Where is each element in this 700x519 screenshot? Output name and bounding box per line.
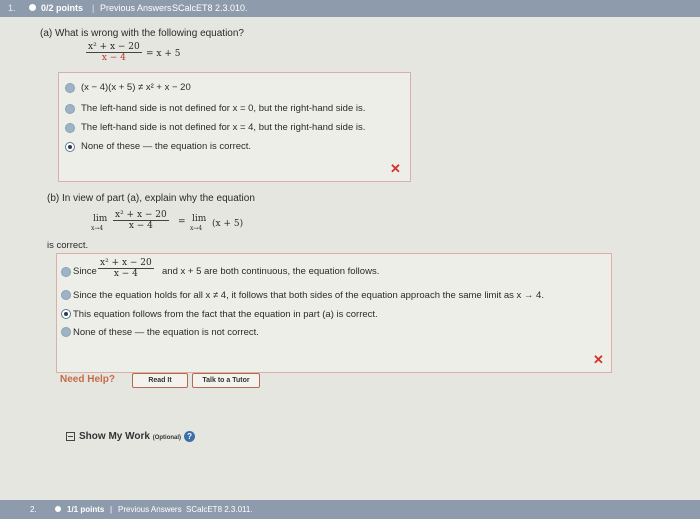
question-header: 1. 0/2 points | Previous Answers SCalcET…	[0, 0, 700, 17]
part-b-option-1[interactable]: and x + 5 are both continuous, the equat…	[162, 266, 379, 277]
next-points-label: 1/1 points	[67, 505, 105, 514]
part-b-sub-right: x→4	[190, 225, 203, 232]
part-b-equals: =	[178, 217, 186, 227]
part-b-numerator: x² + x − 20	[115, 210, 167, 220]
talk-to-tutor-button[interactable]: Talk to a Tutor	[192, 373, 260, 388]
part-b-prompt: (b) In view of part (a), explain why the…	[47, 193, 255, 204]
part-a-rhs: = x + 5	[146, 49, 180, 59]
part-a-option-2[interactable]: The left-hand side is not defined for x …	[81, 103, 365, 114]
collapse-icon[interactable]	[66, 432, 75, 441]
next-header-separator: |	[110, 505, 113, 514]
part-a-denominator: x − 4	[86, 52, 142, 63]
part-b-answer-box: Since x² + x − 20 x − 4 and x + 5 are bo…	[56, 253, 612, 373]
part-b-option-1-prefix[interactable]: Since	[73, 266, 97, 277]
part-a-option-2-radio[interactable]	[65, 104, 75, 114]
incorrect-x-icon: ✕	[593, 352, 604, 367]
question-body: (a) What is wrong with the following equ…	[0, 17, 700, 500]
part-b-after: is correct.	[47, 240, 89, 251]
need-help-label: Need Help?	[60, 374, 116, 385]
part-b-option-4-radio[interactable]	[61, 327, 71, 337]
problem-code: SCalcET8 2.3.010.	[172, 3, 248, 13]
part-b-lim-right: lim	[192, 214, 207, 224]
next-question-header: 2. 1/1 points | Previous Answers SCalcET…	[0, 500, 700, 519]
show-my-work-toggle[interactable]: Show My Work (Optional)?	[66, 431, 196, 442]
next-previous-answers-link[interactable]: Previous Answers	[118, 505, 182, 514]
part-b-option-4[interactable]: None of these — the equation is not corr…	[73, 327, 259, 338]
question-number: 1.	[8, 3, 16, 13]
help-question-icon[interactable]: ?	[184, 431, 196, 442]
part-b-option-3[interactable]: This equation follows from the fact that…	[73, 309, 378, 320]
part-b-option-1-radio[interactable]	[61, 267, 71, 277]
part-b-option-1-fraction: x² + x − 20 x − 4	[98, 258, 154, 279]
next-problem-code: SCalcET8 2.3.011.	[186, 505, 253, 514]
part-b-fraction: x² + x − 20 x − 4	[113, 210, 169, 231]
part-a-answer-box: (x − 4)(x + 5) ≠ x² + x − 20 The left-ha…	[58, 72, 411, 182]
header-separator: |	[92, 3, 95, 13]
part-a-rhs-text: = x + 5	[146, 49, 181, 59]
part-b-rhs: (x + 5)	[212, 219, 244, 229]
part-b-sub-left: x→4	[91, 225, 104, 232]
part-b-option-1-denominator: x − 4	[98, 268, 154, 279]
part-a-option-1-radio[interactable]	[65, 83, 75, 93]
part-b-option-1-numerator: x² + x − 20	[100, 258, 152, 268]
part-b-lim-left: lim	[93, 214, 108, 224]
status-dot-icon	[29, 4, 36, 11]
next-status-dot-icon	[55, 506, 61, 512]
part-a-option-4-radio[interactable]	[65, 142, 75, 152]
part-a-option-3[interactable]: The left-hand side is not defined for x …	[81, 122, 365, 133]
incorrect-x-icon: ✕	[390, 161, 401, 176]
part-a-option-1[interactable]: (x − 4)(x + 5) ≠ x² + x − 20	[81, 82, 191, 93]
part-a-fraction: x² + x − 20 x − 4	[86, 42, 142, 63]
part-b-option-2-radio[interactable]	[61, 290, 71, 300]
part-b-option-3-radio[interactable]	[61, 309, 71, 319]
points-label: 0/2 points	[41, 3, 84, 13]
previous-answers-link[interactable]: Previous Answers	[100, 3, 172, 13]
part-a-numerator: x² + x − 20	[88, 42, 140, 52]
show-my-work-label[interactable]: Show My Work	[79, 431, 150, 442]
part-a-option-4[interactable]: None of these — the equation is correct.	[81, 141, 251, 152]
read-it-button[interactable]: Read It	[132, 373, 188, 388]
part-a-option-3-radio[interactable]	[65, 123, 75, 133]
next-question-number: 2.	[30, 505, 37, 514]
part-b-option-2[interactable]: Since the equation holds for all x ≠ 4, …	[73, 290, 544, 301]
part-a-prompt: (a) What is wrong with the following equ…	[40, 28, 244, 39]
show-my-work-optional: (Optional)	[152, 435, 182, 442]
part-b-denominator: x − 4	[113, 220, 169, 231]
